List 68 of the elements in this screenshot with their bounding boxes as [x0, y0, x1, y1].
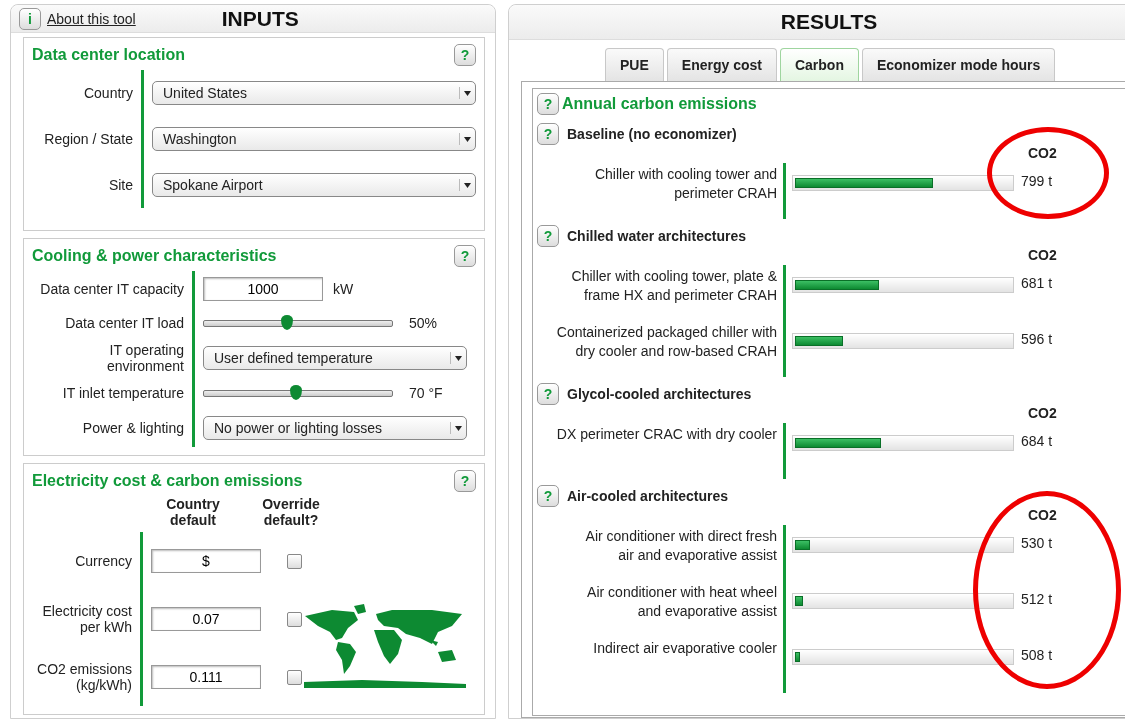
section-title: Cooling & power characteristics — [32, 247, 277, 265]
field-label: IT inlet temperature — [62, 385, 184, 401]
column-header: CO2 — [1028, 507, 1057, 523]
field-label: Power & lighting — [82, 420, 184, 436]
column-header: CO2 — [1028, 405, 1057, 421]
section-title: Data center location — [32, 46, 185, 64]
group-title: Glycol-cooled architectures — [567, 386, 752, 402]
bar-value: 512 t — [1021, 591, 1053, 607]
group-title: Air-cooled architectures — [567, 488, 729, 504]
bar-value: 684 t — [1021, 433, 1053, 449]
override-checkbox[interactable] — [287, 669, 302, 685]
bar-value: 530 t — [1021, 535, 1053, 551]
tab[interactable]: Economizer mode hours — [861, 48, 1056, 81]
section-title: Electricity cost & carbon emissions — [32, 472, 303, 490]
dropdown[interactable]: User defined temperature — [203, 346, 467, 370]
value-input[interactable]: 0.07 — [151, 607, 261, 631]
dropdown[interactable]: Spokane Airport — [152, 173, 476, 197]
panel-title: INPUTS — [221, 6, 299, 31]
about-link[interactable]: About this tool — [47, 10, 136, 27]
row-label: Air conditioner with direct fresh air and evaporative assist — [585, 527, 777, 565]
field-label: CO2 emissions (kg/kWh) — [36, 661, 132, 693]
caret-icon — [455, 425, 462, 431]
field-label: Site — [108, 177, 133, 193]
caret-icon — [464, 182, 471, 188]
override-checkbox[interactable] — [287, 611, 302, 627]
row-label: Containerized packaged chiller with dry cooler and row-based CRAH — [556, 323, 777, 361]
override-checkbox[interactable] — [287, 553, 302, 569]
bar-value: 508 t — [1021, 647, 1053, 663]
caret-icon — [464, 90, 471, 96]
slider-reading: 50% — [409, 315, 438, 331]
slider-reading: 70 °F — [409, 385, 443, 401]
bar-value: 681 t — [1021, 275, 1053, 291]
column-header: Override default? — [261, 496, 321, 528]
value-input[interactable]: $ — [151, 549, 261, 573]
tab[interactable]: Energy cost — [666, 48, 777, 81]
caret-icon — [464, 136, 471, 142]
slider-thumb[interactable] — [280, 314, 293, 330]
tab[interactable]: PUE — [605, 48, 664, 81]
group-title: Baseline (no economizer) — [567, 126, 737, 142]
column-header: CO2 — [1028, 145, 1057, 161]
group-title: Chilled water architectures — [567, 228, 746, 244]
value-input[interactable]: 0.111 — [151, 665, 261, 689]
row-label: Chiller with cooling tower and perimeter CRAH — [594, 165, 777, 203]
row-label: DX perimeter CRAC with dry cooler — [556, 425, 777, 444]
column-header: Country default — [165, 496, 221, 528]
row-label: Air conditioner with heat wheel and evaporative assist — [587, 583, 777, 621]
field-label: Data center IT capacity — [40, 281, 184, 297]
section-title: Annual carbon emissions — [562, 95, 757, 113]
slider-thumb[interactable] — [290, 384, 303, 400]
field-label: Region / State — [44, 131, 133, 147]
field-label: Currency — [75, 553, 132, 569]
bar-value: 799 t — [1021, 173, 1053, 189]
row-label: Chiller with cooling tower, plate & frame HX and perimeter CRAH — [571, 267, 777, 305]
field-label: Electricity cost per kWh — [41, 603, 132, 635]
panel-title: RESULTS — [780, 10, 878, 34]
bar-value: 596 t — [1021, 331, 1053, 347]
field-label: Country — [83, 85, 133, 101]
dropdown[interactable]: No power or lighting losses — [203, 416, 467, 440]
column-header: CO2 — [1028, 247, 1057, 263]
caret-icon — [455, 355, 462, 361]
tab[interactable]: Carbon — [779, 48, 859, 81]
unit-label: kW — [333, 281, 354, 297]
row-label: Indirect air evaporative cooler — [593, 639, 777, 658]
dropdown[interactable]: United States — [152, 81, 476, 105]
field-label: Data center IT load — [65, 315, 184, 331]
capacity-input[interactable]: 1000 — [203, 277, 323, 301]
dropdown[interactable]: Washington — [152, 127, 476, 151]
field-label: IT operating environment — [105, 342, 184, 374]
